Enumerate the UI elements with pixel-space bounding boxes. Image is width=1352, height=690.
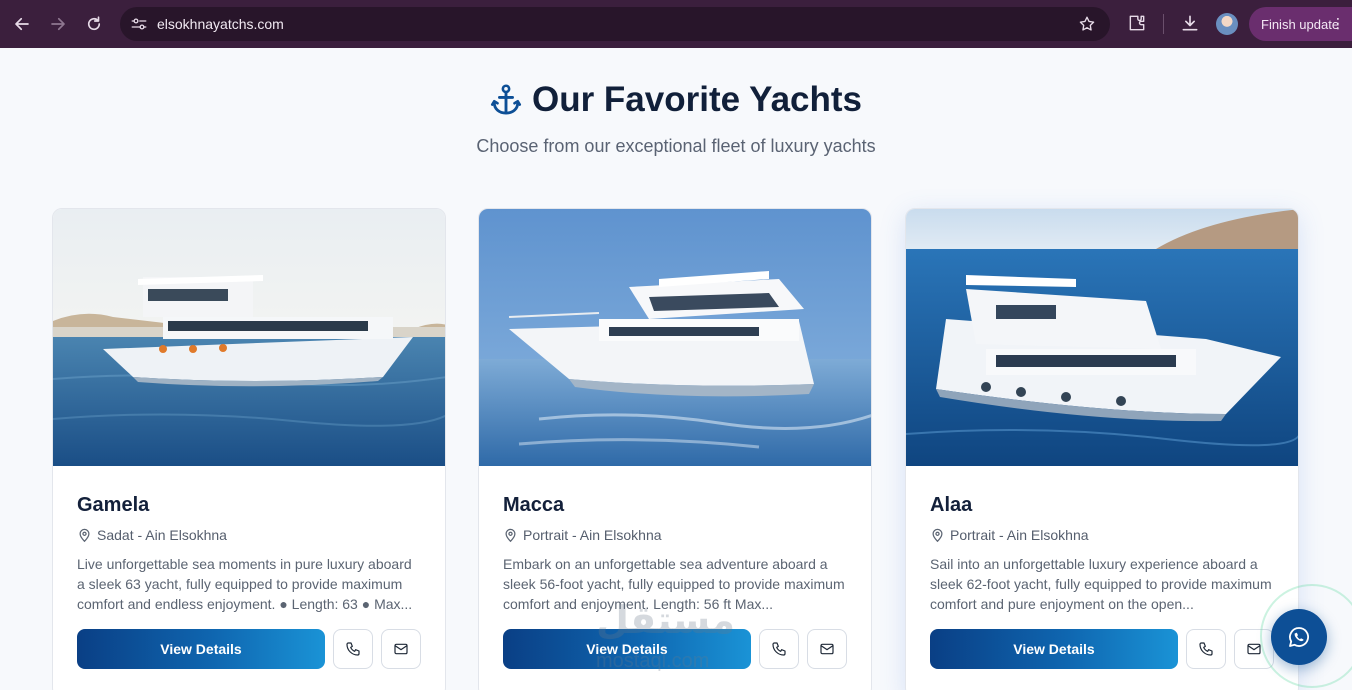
section-heading: Our Favorite Yachts <box>0 78 1352 122</box>
yacht-card-alaa[interactable]: Alaa Portrait - Ain Elsokhna Sail into a… <box>905 208 1299 690</box>
url-text[interactable]: elsokhnayatchs.com <box>157 16 284 32</box>
finish-update-label: Finish update <box>1261 17 1340 32</box>
call-button[interactable] <box>759 629 799 669</box>
extensions-icon[interactable] <box>1127 13 1147 33</box>
yacht-name: Gamela <box>77 494 150 516</box>
site-settings-icon[interactable] <box>130 15 148 33</box>
mail-icon <box>394 643 408 655</box>
phone-icon <box>346 642 360 656</box>
page-title: Our Favorite Yachts <box>531 80 863 119</box>
map-pin-icon <box>79 528 90 543</box>
whatsapp-icon <box>1289 627 1309 647</box>
back-button[interactable] <box>10 12 34 36</box>
toolbar-divider <box>1163 14 1164 34</box>
call-button[interactable] <box>333 629 373 669</box>
email-button[interactable] <box>807 629 847 669</box>
reload-icon <box>87 16 101 31</box>
page-subtitle: Choose from our exceptional fleet of lux… <box>476 136 876 156</box>
view-details-button[interactable]: View Details <box>503 629 751 669</box>
yacht-location: Portrait - Ain Elsokhna <box>930 527 1089 543</box>
yacht-image <box>906 209 1298 466</box>
forward-button[interactable] <box>46 12 70 36</box>
arrow-right-icon <box>51 17 65 31</box>
yacht-card-gamela[interactable]: Gamela Sadat - Ain Elsokhna Live unforge… <box>52 208 446 690</box>
yacht-photo[interactable] <box>479 209 871 466</box>
finish-update-button[interactable]: Finish update ⋮ <box>1249 7 1352 41</box>
phone-icon <box>1199 642 1213 656</box>
yacht-location-text: Sadat - Ain Elsokhna <box>97 527 227 543</box>
call-button[interactable] <box>1186 629 1226 669</box>
profile-avatar[interactable] <box>1216 13 1238 35</box>
email-button[interactable] <box>381 629 421 669</box>
map-pin-icon <box>505 528 516 543</box>
yacht-name: Macca <box>503 494 565 516</box>
yacht-name: Alaa <box>930 494 973 516</box>
download-icon[interactable] <box>1180 13 1200 33</box>
yacht-location: Portrait - Ain Elsokhna <box>503 527 662 543</box>
yacht-photo[interactable] <box>53 209 445 466</box>
phone-icon <box>772 642 786 656</box>
view-details-button[interactable]: View Details <box>930 629 1178 669</box>
yacht-location-text: Portrait - Ain Elsokhna <box>523 527 662 543</box>
yacht-image <box>53 209 445 466</box>
yacht-card-macca[interactable]: Macca Portrait - Ain Elsokhna Embark on … <box>478 208 872 690</box>
anchor-icon <box>490 84 522 115</box>
yacht-description: Embark on an unforgettable sea adventure… <box>503 556 845 612</box>
address-bar[interactable]: elsokhnayatchs.com <box>120 7 1110 41</box>
reload-button[interactable] <box>82 12 106 36</box>
whatsapp-button[interactable] <box>1271 609 1327 665</box>
yacht-location: Sadat - Ain Elsokhna <box>77 527 227 543</box>
menu-dots-icon[interactable]: ⋮ <box>1331 16 1345 30</box>
map-pin-icon <box>932 528 943 543</box>
mail-icon <box>820 643 834 655</box>
view-details-button[interactable]: View Details <box>77 629 325 669</box>
arrow-left-icon <box>15 17 29 31</box>
yacht-location-text: Portrait - Ain Elsokhna <box>950 527 1089 543</box>
browser-toolbar: elsokhnayatchs.com Finish update ⋮ <box>0 0 1352 48</box>
yacht-description: Sail into an unforgettable luxury experi… <box>930 556 1272 612</box>
yacht-photo[interactable] <box>906 209 1298 466</box>
bookmark-star-icon[interactable] <box>1078 15 1096 33</box>
yacht-description: Live unforgettable sea moments in pure l… <box>77 556 413 612</box>
yacht-image <box>479 209 871 466</box>
